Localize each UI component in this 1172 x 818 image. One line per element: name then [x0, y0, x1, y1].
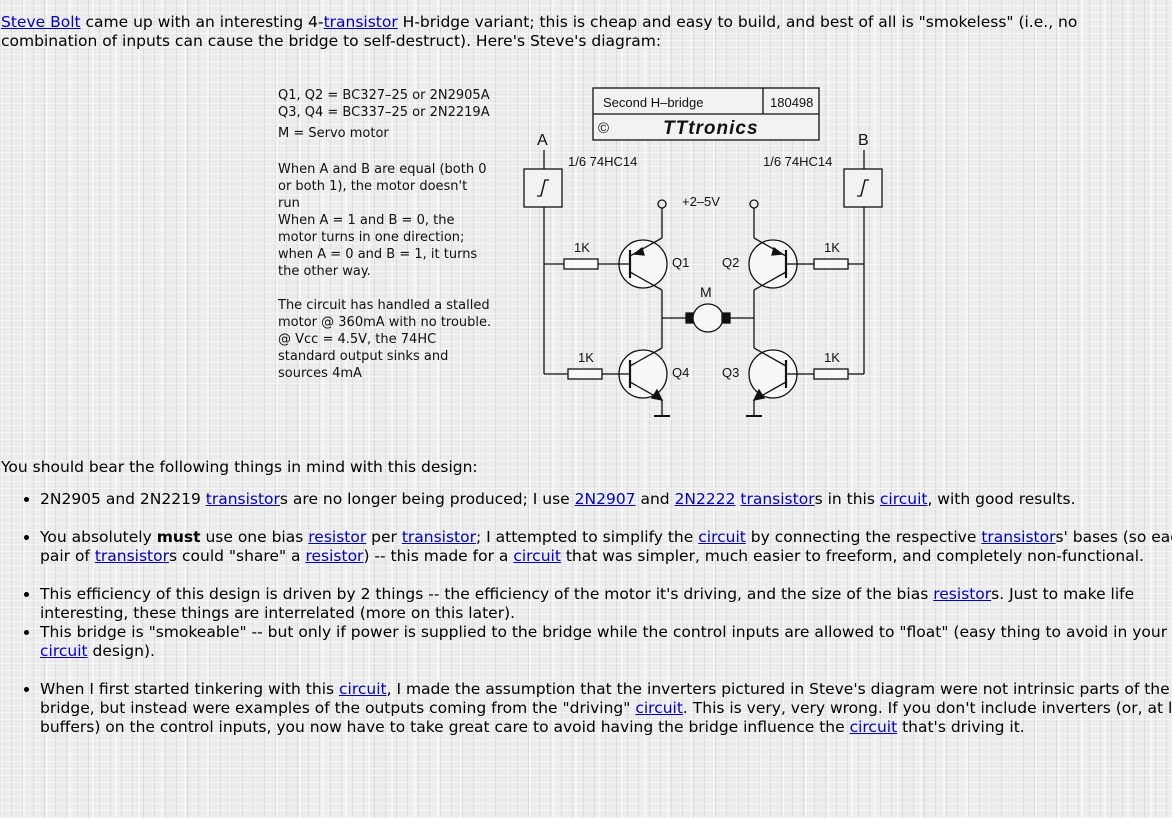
- resistor-2-label: 1K: [824, 240, 840, 255]
- resistor-link[interactable]: resistor: [308, 528, 366, 546]
- resistor-1-label: 1K: [574, 240, 590, 255]
- circuit-link[interactable]: circuit: [513, 547, 561, 565]
- item-text: s could "share" a: [168, 547, 306, 565]
- circuit-link[interactable]: circuit: [635, 699, 683, 717]
- diagram-title: Second H–bridge: [603, 95, 703, 110]
- item-text: This bridge is "smokeable" -- but only i…: [40, 623, 1168, 641]
- list-item: When I first started tinkering with this…: [40, 680, 1172, 737]
- supply-label: +2–5V: [682, 194, 720, 209]
- diagram-code: 180498: [770, 95, 813, 110]
- note-stall-current: The circuit has handled a stalled motor …: [278, 298, 492, 330]
- 2n2907-link[interactable]: 2N2907: [575, 490, 636, 508]
- item-text: that was simpler, much easier to freefor…: [560, 547, 1144, 565]
- emphasis-text: must: [156, 528, 201, 546]
- list-item: This bridge is "smokeable" -- but only i…: [40, 623, 1172, 661]
- item-text: ; I attempted to simplify the: [476, 528, 699, 546]
- intro-text: came up with an interesting 4-: [80, 13, 324, 31]
- copyright-symbol: ©: [598, 120, 609, 137]
- item-text: , with good results.: [927, 490, 1076, 508]
- item-text: per: [366, 528, 402, 546]
- gate-a-label: 1/6 74HC14: [568, 154, 637, 169]
- item-text: When I first started tinkering with this: [40, 680, 340, 698]
- q4-label: Q4: [672, 365, 689, 380]
- design-notes-list: 2N2905 and 2N2219 transistors are no lon…: [0, 490, 1172, 737]
- transistor-q4: [618, 347, 670, 417]
- diagram-notes: Q1, Q2 = BC327–25 or 2N2905A Q3, Q4 = BC…: [278, 87, 493, 382]
- input-a-label: A: [537, 132, 548, 149]
- gate-b-label: 1/6 74HC14: [763, 154, 832, 169]
- item-text: This efficiency of this design is driven…: [40, 585, 934, 603]
- resistor-link[interactable]: resistor: [305, 547, 363, 565]
- item-text: s are no longer being produced; I use: [279, 490, 575, 508]
- inverter-a: [523, 168, 563, 208]
- q1-label: Q1: [672, 255, 689, 270]
- resistor-link[interactable]: resistor: [933, 585, 991, 603]
- servo-motor: [685, 303, 731, 333]
- transistor-link[interactable]: transistor: [740, 490, 814, 508]
- input-b-label: B: [858, 132, 869, 149]
- item-text: 2N2905 and 2N2219: [40, 490, 206, 508]
- intro-paragraph: Steve Bolt came up with an interesting 4…: [1, 13, 1166, 51]
- transistor-link[interactable]: transistor: [981, 528, 1055, 546]
- circuit-link[interactable]: circuit: [698, 528, 746, 546]
- resistor-4-label: 1K: [578, 350, 594, 365]
- circuit-link[interactable]: circuit: [40, 642, 88, 660]
- brand-logo: TTtronics: [663, 118, 759, 139]
- list-lead: You should bear the following things in …: [1, 458, 478, 476]
- item-text: ) -- this made for a: [363, 547, 514, 565]
- list-item: You absolutely must use one bias resisto…: [40, 528, 1172, 566]
- parts-line-2: Q3, Q4 = BC337–25 or 2N2219A: [278, 105, 490, 120]
- title-block: Second H–bridge 180498 © TTtronics: [592, 87, 820, 141]
- circuit-link[interactable]: circuit: [339, 680, 387, 698]
- note-direction: When A = 1 and B = 0, the motor turns in…: [278, 213, 478, 279]
- transistor-link[interactable]: transistor: [402, 528, 476, 546]
- 2n2222-link[interactable]: 2N2222: [675, 490, 736, 508]
- transistor-link[interactable]: transistor: [95, 547, 169, 565]
- item-text: s in this: [814, 490, 880, 508]
- q3-label: Q3: [722, 365, 739, 380]
- parts-line-1: Q1, Q2 = BC327–25 or 2N2905A: [278, 88, 490, 103]
- motor-label: M: [700, 284, 712, 300]
- item-text: You absolutely: [40, 528, 157, 546]
- inverter-b: [843, 168, 883, 208]
- transistor-q3: [746, 347, 798, 417]
- list-item: 2N2905 and 2N2219 transistors are no lon…: [40, 490, 1172, 509]
- item-text: by connecting the respective: [745, 528, 982, 546]
- q2-label: Q2: [722, 255, 739, 270]
- item-text: that's driving it.: [897, 718, 1025, 736]
- transistor-q2: [748, 208, 798, 291]
- note-output-drive: @ Vcc = 4.5V, the 74HC standard output s…: [278, 332, 449, 381]
- transistor-link[interactable]: transistor: [206, 490, 280, 508]
- transistor-link[interactable]: transistor: [324, 13, 398, 31]
- item-text: design).: [87, 642, 155, 660]
- note-equal-inputs: When A and B are equal (both 0 or both 1…: [278, 162, 487, 211]
- item-text: use one bias: [200, 528, 309, 546]
- parts-line-3: M = Servo motor: [278, 126, 389, 141]
- list-item: This efficiency of this design is driven…: [40, 585, 1172, 623]
- steve-bolt-link[interactable]: Steve Bolt: [1, 13, 81, 31]
- resistor-3-label: 1K: [824, 350, 840, 365]
- transistor-q1: [618, 208, 668, 291]
- circuit-link[interactable]: circuit: [850, 718, 898, 736]
- circuit-link[interactable]: circuit: [880, 490, 928, 508]
- item-text: and: [635, 490, 675, 508]
